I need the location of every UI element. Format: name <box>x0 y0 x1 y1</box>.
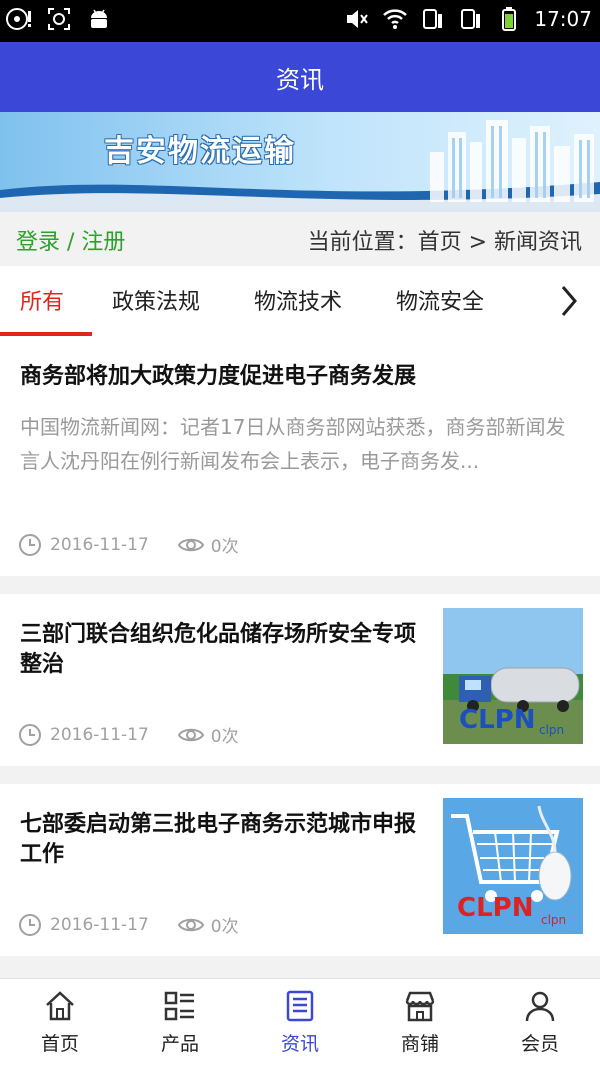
article-views: 0次 <box>210 727 239 747</box>
nav-shops[interactable]: 商铺 <box>360 979 480 1068</box>
screenshot-icon <box>48 8 70 30</box>
battery-charging-icon <box>502 7 517 31</box>
breadcrumb-bar: 登录 / 注册 当前位置：首页 > 新闻资讯 <box>0 212 600 266</box>
article-meta: 2016-11-17 0次 <box>18 722 239 747</box>
mute-icon <box>347 10 369 28</box>
eye-icon <box>177 918 204 931</box>
article-date: 2016-11-17 <box>50 914 149 935</box>
thumb-watermark: CLPN <box>459 705 535 735</box>
clock-icon <box>19 533 41 556</box>
city-skyline-illustration <box>0 120 600 212</box>
tab-logistics-safety[interactable]: 物流安全 <box>396 284 484 316</box>
clock-icon <box>19 913 41 936</box>
article-title[interactable]: 三部门联合组织危化品储存场所安全专项整治 <box>20 620 420 680</box>
article-views: 0次 <box>210 537 239 557</box>
thumb-watermark-small: clpn <box>541 913 566 927</box>
home-icon <box>46 991 74 1021</box>
thumb-watermark: CLPN <box>457 893 533 923</box>
sim1-signal-icon <box>423 9 443 29</box>
category-tabs: 所有 政策法规 物流技术 物流安全 <box>0 266 600 337</box>
article-date: 2016-11-17 <box>50 534 149 555</box>
store-icon <box>405 991 435 1022</box>
article-views: 0次 <box>210 917 239 937</box>
nav-products[interactable]: 产品 <box>120 979 240 1068</box>
tab-logistics-tech[interactable]: 物流技术 <box>254 284 342 316</box>
sim2-signal-icon <box>461 9 481 29</box>
wifi-icon <box>383 9 408 29</box>
article-title[interactable]: 七部委启动第三批电子商务示范城市申报工作 <box>20 810 420 870</box>
nav-label: 产品 <box>160 1033 199 1055</box>
article-date: 2016-11-17 <box>50 724 149 745</box>
clock-icon <box>19 723 41 746</box>
android-icon <box>91 9 107 28</box>
banner-title: 吉安物流运输 <box>104 134 296 169</box>
breadcrumb: 当前位置：首页 > 新闻资讯 <box>307 230 582 255</box>
chevron-right-icon <box>561 286 577 316</box>
article-thumbnail[interactable]: CLPN clpn <box>443 608 583 744</box>
user-icon <box>525 991 555 1022</box>
eye-icon <box>177 728 204 741</box>
article-title[interactable]: 商务部将加大政策力度促进电子商务发展 <box>20 362 416 392</box>
nav-news[interactable]: 资讯 <box>240 979 360 1068</box>
article-summary: 中国物流新闻网：记者17日从商务部网站获悉，商务部新闻发言人沈丹阳在例行新闻发布… <box>20 415 566 473</box>
tanker-truck-image: CLPN clpn <box>443 608 583 744</box>
tab-policy[interactable]: 政策法规 <box>112 284 200 316</box>
article-thumbnail[interactable]: CLPN clpn <box>443 798 583 934</box>
shopping-cart-mouse-image: CLPN clpn <box>443 798 583 934</box>
list-item[interactable]: 三部门联合组织危化品储存场所安全专项整治 2016-11-17 0次 CLPN … <box>0 594 600 766</box>
nav-member[interactable]: 会员 <box>480 979 600 1068</box>
eye-icon <box>177 538 204 551</box>
banner: 吉安物流运输 <box>0 112 600 212</box>
login-register-link[interactable]: 登录 / 注册 <box>16 224 125 256</box>
nav-label: 资讯 <box>280 1033 319 1055</box>
disc-notification-icon <box>6 8 31 30</box>
article-meta: 2016-11-17 0次 <box>18 912 239 937</box>
bottom-nav: 首页 产品 资讯 商铺 会员 <box>0 978 600 1068</box>
page-title: 资讯 <box>276 65 324 94</box>
list-item[interactable]: 商务部将加大政策力度促进电子商务发展 中国物流新闻网：记者17日从商务部网站获悉… <box>0 336 600 576</box>
list-item[interactable]: 七部委启动第三批电子商务示范城市申报工作 2016-11-17 0次 CLPN … <box>0 784 600 956</box>
app-bar: 资讯 <box>0 42 600 112</box>
tab-all[interactable]: 所有 <box>20 284 64 316</box>
status-time: 17:07 <box>534 7 592 31</box>
nav-label: 商铺 <box>400 1033 439 1055</box>
thumb-watermark-small: clpn <box>539 723 564 737</box>
article-meta: 2016-11-17 0次 <box>18 532 239 557</box>
status-bar: 17:07 <box>0 0 600 42</box>
news-icon <box>286 990 314 1022</box>
nav-home[interactable]: 首页 <box>0 979 120 1068</box>
tabs-scroll-right-button[interactable] <box>538 266 600 336</box>
nav-label: 会员 <box>520 1033 559 1055</box>
nav-label: 首页 <box>40 1033 79 1055</box>
grid-list-icon <box>164 991 194 1021</box>
